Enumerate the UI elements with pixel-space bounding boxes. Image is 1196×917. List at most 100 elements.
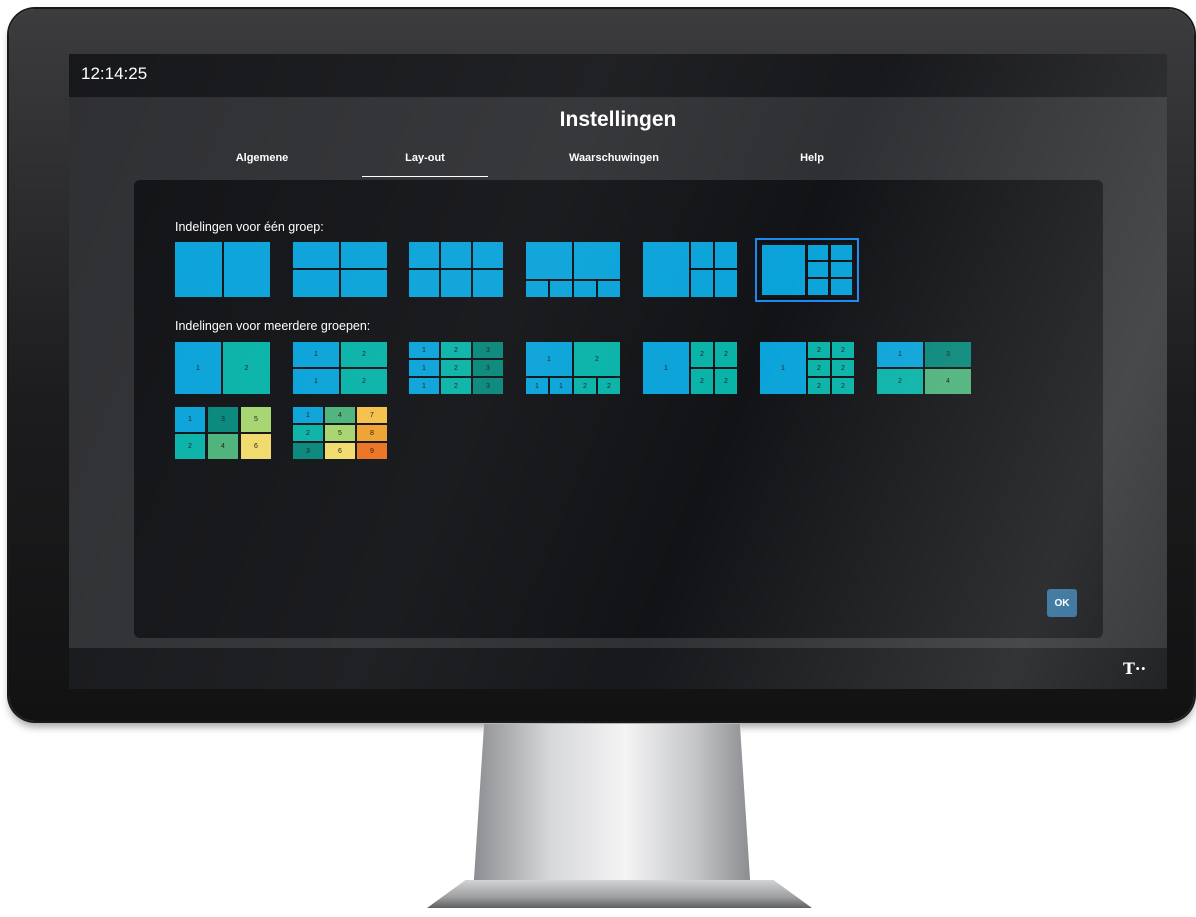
layout-cell: 1	[526, 342, 572, 376]
layout-cell: 2	[715, 369, 737, 394]
layout-block	[441, 242, 471, 268]
layout-block	[831, 245, 852, 260]
layout-cell: 2	[691, 342, 713, 367]
layout-block	[643, 242, 689, 297]
layout-cell: 1	[175, 342, 221, 394]
layout-cell: 2	[598, 378, 620, 394]
multi-layout-4[interactable]: 121122	[526, 342, 620, 394]
single-layout-6-selected[interactable]	[755, 238, 859, 302]
layout-cell: 1	[877, 342, 923, 367]
layout-cell: 6	[325, 443, 355, 459]
layout-cell: 6	[241, 434, 271, 459]
tab-help[interactable]: Help	[749, 152, 875, 176]
layout-cell: 2	[223, 342, 270, 394]
layout-cell: 3	[473, 342, 503, 358]
layout-cell: 3	[925, 342, 971, 367]
bottom-bar: T··	[69, 648, 1167, 689]
layout-block	[762, 245, 805, 295]
multi-layout-2[interactable]: 1212	[293, 342, 387, 394]
layout-block	[691, 242, 713, 268]
multi-layout-1[interactable]: 12	[175, 342, 270, 394]
layout-block	[441, 270, 471, 297]
layout-block	[550, 281, 572, 297]
layout-cell: 2	[441, 360, 471, 376]
layout-cell: 3	[293, 443, 323, 459]
layout-cell: 2	[877, 369, 923, 394]
screen: 12:14:25 Instellingen Algemene Lay-out W…	[69, 54, 1167, 689]
layout-cell: 5	[241, 407, 271, 432]
clock: 12:14:25	[81, 64, 148, 83]
layout-cell: 3	[473, 360, 503, 376]
single-layout-5[interactable]	[643, 242, 737, 297]
layout-block	[831, 262, 852, 277]
layout-cell: 2	[832, 342, 854, 358]
multi-layout-7[interactable]: 1324	[877, 342, 971, 394]
layout-cell: 1	[293, 369, 339, 394]
layout-block	[715, 270, 737, 297]
single-layout-3[interactable]	[409, 242, 503, 297]
telekom-logo: T··	[1123, 659, 1147, 678]
layout-cell: 2	[341, 369, 387, 394]
layout-cell: 1	[293, 407, 323, 423]
layout-block	[224, 242, 270, 297]
multi-layout-3[interactable]: 123123123	[409, 342, 503, 394]
layout-cell: 2	[691, 369, 713, 394]
monitor-bezel: 12:14:25 Instellingen Algemene Lay-out W…	[9, 9, 1194, 721]
layout-cell: 4	[208, 434, 238, 459]
layout-block	[574, 242, 620, 279]
single-layout-4[interactable]	[526, 242, 620, 297]
multi-group-label: Indelingen voor meerdere groepen:	[175, 319, 371, 333]
layout-cell: 1	[409, 378, 439, 394]
layout-block	[691, 270, 713, 297]
layout-cell: 1	[760, 342, 806, 394]
layout-block	[808, 245, 828, 260]
ok-button[interactable]: OK	[1047, 589, 1077, 617]
multi-layout-6[interactable]: 1222222	[760, 342, 854, 394]
layout-cell: 1	[643, 342, 689, 394]
layout-cell: 1	[409, 342, 439, 358]
layout-cell: 1	[175, 407, 205, 432]
layout-cell: 4	[925, 369, 971, 394]
layout-cell: 4	[325, 407, 355, 423]
tab-waarschuwingen[interactable]: Waarschuwingen	[551, 152, 677, 176]
layout-block	[808, 279, 828, 295]
layout-cell: 2	[832, 360, 854, 376]
multi-layout-5[interactable]: 12222	[643, 342, 737, 394]
layout-cell: 7	[357, 407, 387, 423]
layout-cell: 8	[357, 425, 387, 441]
tab-lay-out[interactable]: Lay-out	[362, 152, 488, 177]
layout-block	[526, 281, 548, 297]
layout-cell: 1	[550, 378, 572, 394]
multi-layout-9[interactable]: 147 258 369	[293, 407, 387, 459]
layout-block	[574, 281, 596, 297]
multi-layout-8[interactable]: 135 246	[175, 407, 271, 459]
layout-block	[473, 270, 503, 297]
layout-cell: 2	[574, 378, 596, 394]
layout-block	[831, 279, 852, 295]
layout-cell: 5	[325, 425, 355, 441]
layout-block	[341, 242, 387, 268]
layout-cell: 3	[473, 378, 503, 394]
layout-block	[341, 270, 387, 297]
layout-cell: 2	[808, 378, 830, 394]
layout-block	[293, 270, 339, 297]
layout-cell: 3	[208, 407, 238, 432]
layout-cell: 1	[293, 342, 339, 367]
tab-algemene[interactable]: Algemene	[199, 152, 325, 176]
layout-block	[715, 242, 737, 268]
layout-cell: 2	[715, 342, 737, 367]
monitor-stand-neck	[473, 724, 751, 894]
layout-block	[409, 242, 439, 268]
single-group-label: Indelingen voor één groep:	[175, 220, 324, 234]
single-layout-1[interactable]	[175, 242, 270, 297]
page-title: Instellingen	[559, 108, 677, 131]
layout-block	[473, 242, 503, 268]
layout-cell: 2	[175, 434, 205, 459]
layout-block	[409, 270, 439, 297]
layout-cell: 9	[357, 443, 387, 459]
single-layout-2[interactable]	[293, 242, 387, 297]
layout-cell: 2	[341, 342, 387, 367]
layout-cell: 2	[441, 342, 471, 358]
layout-cell: 1	[526, 378, 548, 394]
layout-cell: 2	[832, 378, 854, 394]
